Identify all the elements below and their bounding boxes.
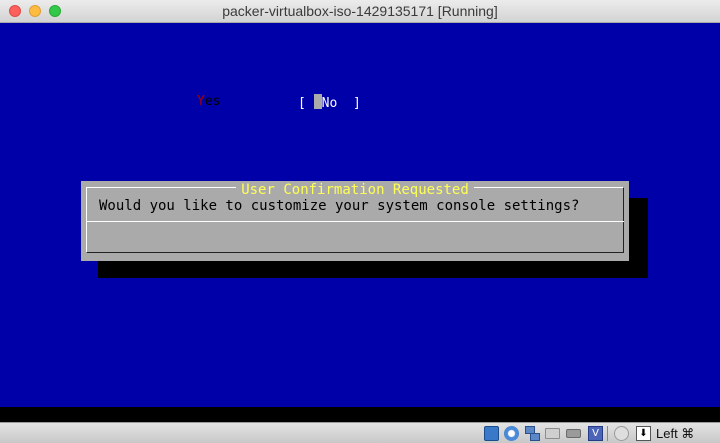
text-cursor — [313, 94, 322, 109]
network-icon[interactable] — [525, 426, 540, 441]
yes-button[interactable]: Yes — [197, 94, 220, 110]
title-bar[interactable]: packer-virtualbox-iso-1429135171 [Runnin… — [0, 0, 720, 23]
status-separator — [607, 426, 608, 441]
no-bracket-open: [ — [298, 96, 314, 111]
optical-disk-icon[interactable] — [504, 426, 519, 441]
keyboard-capture-icon[interactable]: ⬇ — [636, 426, 651, 441]
no-button[interactable]: [ No ] — [296, 94, 363, 111]
virtualbox-window: packer-virtualbox-iso-1429135171 [Runnin… — [0, 0, 720, 443]
no-label: o ] — [329, 96, 361, 111]
dialog-divider — [86, 221, 624, 222]
mouse-integration-icon[interactable] — [614, 426, 629, 441]
status-bar: V ⬇ Left ⌘ — [0, 422, 720, 443]
vm-screen-bottom — [0, 407, 720, 422]
usb-icon[interactable] — [566, 429, 581, 438]
dialog-question: Would you like to customize your system … — [99, 198, 580, 214]
video-capture-icon[interactable]: V — [588, 426, 603, 441]
vm-screen[interactable]: User Confirmation Requested Would you li… — [0, 23, 720, 407]
hard-disk-icon[interactable] — [484, 426, 499, 441]
shared-folder-icon[interactable] — [545, 428, 560, 439]
host-key-label[interactable]: Left ⌘ — [656, 426, 694, 442]
window-title: packer-virtualbox-iso-1429135171 [Runnin… — [222, 3, 498, 19]
dialog-title: User Confirmation Requested — [236, 182, 474, 198]
confirmation-dialog: User Confirmation Requested Would you li… — [81, 181, 629, 261]
yes-label: es — [204, 94, 221, 109]
yes-hotkey: Y — [197, 94, 205, 109]
